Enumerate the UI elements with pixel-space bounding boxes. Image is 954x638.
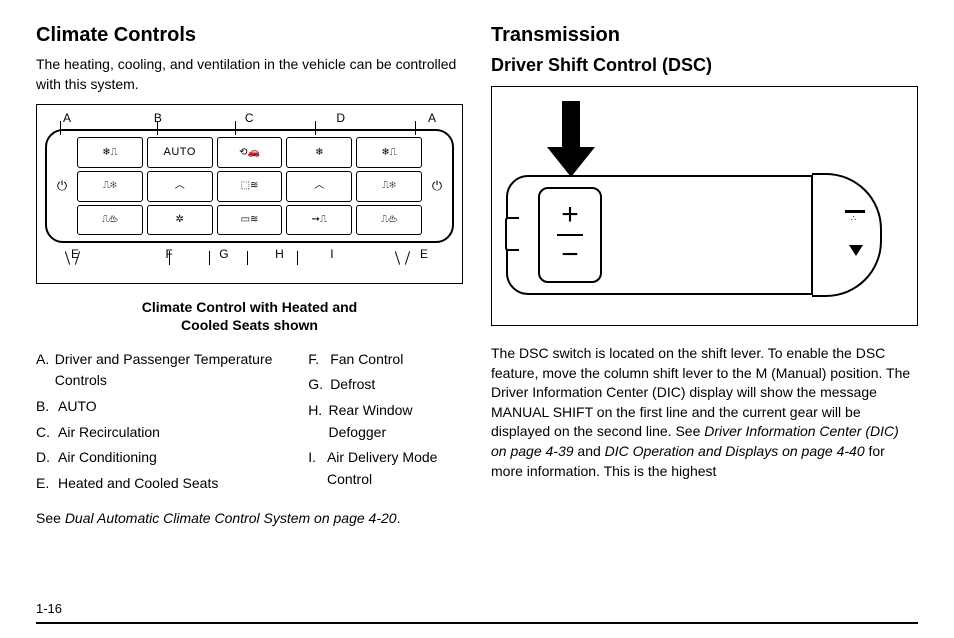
see-also: See Dual Automatic Climate Control Syste…: [36, 509, 463, 529]
tick: [169, 251, 170, 265]
legend-b: AUTO: [58, 396, 97, 418]
legend-a: Driver and Passenger Temperature Control…: [55, 349, 288, 392]
diagram-caption: Climate Control with Heated and Cooled S…: [36, 298, 463, 334]
dsc-heading: Driver Shift Control (DSC): [491, 55, 918, 76]
legend-i: Air Delivery Mode Control: [327, 447, 463, 490]
end-marking-dots: ∴: [851, 217, 861, 221]
power-icon-left: ⏻: [49, 135, 75, 237]
tick: [247, 251, 248, 265]
label-a-right: A: [428, 111, 436, 125]
temp-up-icon: ︿: [147, 171, 213, 202]
page-footer: 1-16: [36, 601, 918, 624]
ac-icon: ❄: [286, 137, 352, 168]
tick: [297, 251, 298, 265]
minus-icon: −: [561, 238, 579, 272]
diagram-top-labels: A B C D A: [45, 111, 454, 125]
label-h: H: [275, 247, 284, 261]
climate-intro: The heating, cooling, and ventilation in…: [36, 55, 463, 94]
fan-icon: ✲: [147, 205, 213, 236]
label-c: C: [245, 111, 254, 125]
legend-d: Air Conditioning: [58, 447, 157, 469]
label-d: D: [336, 111, 345, 125]
climate-heading: Climate Controls: [36, 24, 463, 47]
plus-icon: +: [561, 198, 579, 232]
transmission-heading: Transmission: [491, 24, 918, 47]
heated-seat-icon: ⎍♨: [77, 205, 143, 236]
air-mode-icon: ➙⎍: [286, 205, 352, 236]
heated-seat-icon: ⎍♨: [356, 205, 422, 236]
dsc-diagram: + − ∴: [491, 86, 918, 326]
auto-button: AUTO: [147, 137, 213, 168]
front-defrost-icon: ⬚≋: [217, 171, 283, 202]
legend-right-col: F.Fan Control G.Defrost H.Rear Window De…: [308, 349, 463, 499]
rear-defogger-icon: ▭≋: [217, 205, 283, 236]
diagram-bottom-labels: E F G H I E: [45, 247, 454, 261]
legend-g: Defrost: [330, 374, 375, 396]
label-e-right: E: [420, 247, 428, 261]
shift-lever: + − ∴: [506, 175, 903, 295]
cooled-seat-hi-icon: ❄⎍: [77, 137, 143, 168]
climate-panel: ⏻ ❄⎍ ⎍❄ ⎍♨ AUTO ︿ ✲ ⟲🚗 ⬚≋ ▭≋ ❄: [45, 129, 454, 243]
arrow-down-icon: [548, 101, 592, 177]
end-marking: [845, 210, 865, 213]
climate-diagram: A B C D A ⏻ ❄⎍ ⎍❄ ⎍♨ AUTO: [36, 104, 463, 284]
legend-f: Fan Control: [330, 349, 403, 371]
legend: A.Driver and Passenger Temperature Contr…: [36, 349, 463, 499]
recirculation-icon: ⟲🚗: [217, 137, 283, 168]
dsc-paragraph: The DSC switch is located on the shift l…: [491, 344, 918, 481]
temp-up-icon: ︿: [286, 171, 352, 202]
cooled-seat-hi-icon: ❄⎍: [356, 137, 422, 168]
triangle-down-icon: [849, 245, 863, 256]
dsc-switch: + −: [538, 187, 602, 283]
power-icon-right: ⏻: [424, 135, 450, 237]
label-i: I: [330, 247, 333, 261]
legend-h: Rear Window Defogger: [329, 400, 463, 443]
legend-c: Air Recirculation: [58, 422, 160, 444]
legend-left-col: A.Driver and Passenger Temperature Contr…: [36, 349, 288, 499]
cooled-seat-lo-icon: ⎍❄: [356, 171, 422, 202]
tick: [209, 251, 210, 265]
legend-e: Heated and Cooled Seats: [58, 473, 218, 495]
page-number: 1-16: [36, 601, 918, 616]
label-g: G: [219, 247, 228, 261]
cooled-seat-lo-icon: ⎍❄: [77, 171, 143, 202]
label-a-left: A: [63, 111, 71, 125]
